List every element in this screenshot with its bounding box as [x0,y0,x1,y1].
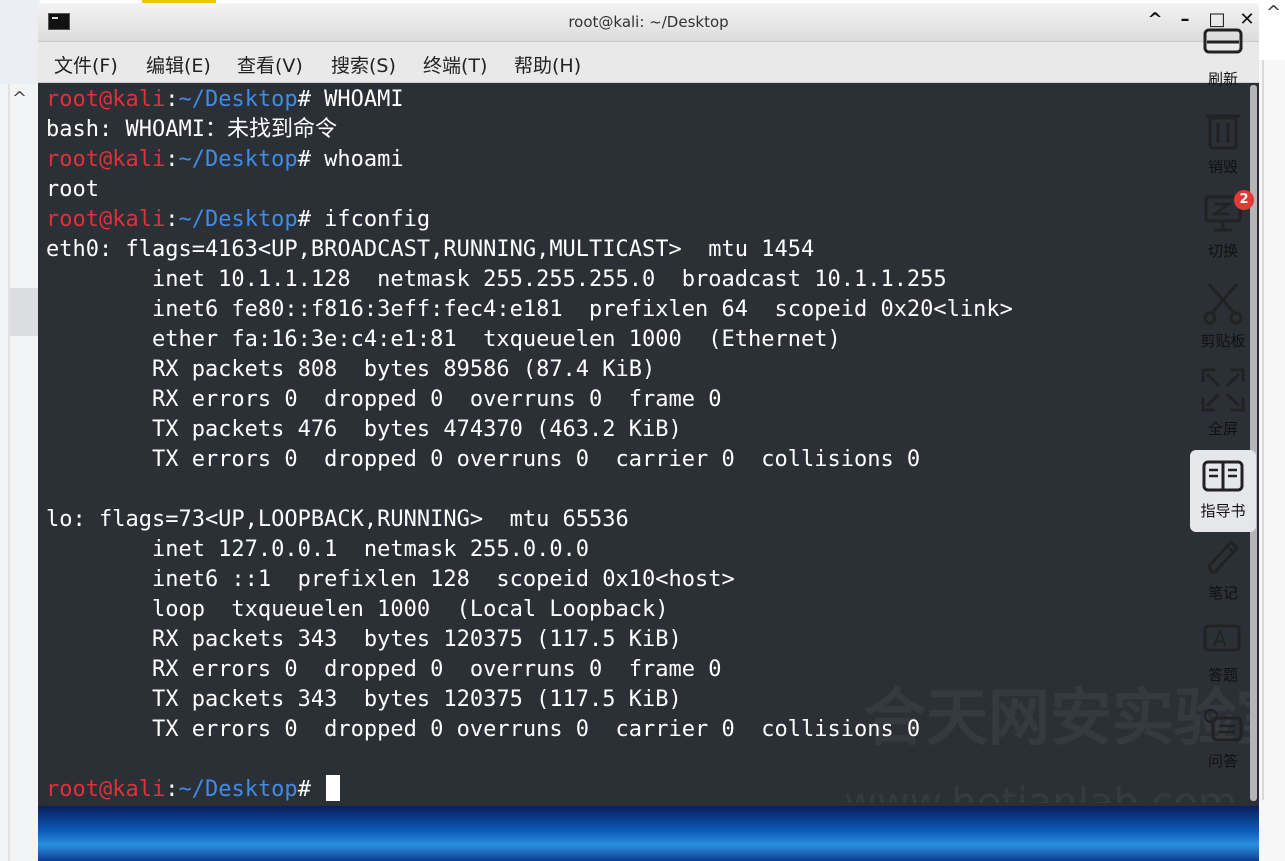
notification-badge: 2 [1234,190,1254,210]
output-line: ether fa:16:3e:c4:e1:81 txqueuelen 1000 … [46,327,841,352]
menu-help[interactable]: 帮助(H) [514,51,581,78]
output-line: loop txqueuelen 1000 (Local Loopback) [46,597,669,622]
output-line: eth0: flags=4163<UP,BROADCAST,RUNNING,MU… [46,237,815,262]
tool-label: 答题 [1207,666,1238,684]
menu-bar: 文件(F) 编辑(E) 查看(V) 搜索(S) 终端(T) 帮助(H) [38,42,1259,83]
menu-terminal[interactable]: 终端(T) [423,51,487,78]
tool-label: 剪贴板 [1200,332,1246,350]
background-strip [10,288,40,336]
collapse-panel-icon[interactable]: ^ [1266,2,1281,23]
tool-qa[interactable]: 问答 [1190,706,1256,786]
tool-label: 问答 [1207,752,1238,770]
desktop-background [38,806,1259,861]
tool-label: 全屏 [1207,420,1238,438]
background-scroll-track [1262,60,1264,800]
menu-view[interactable]: 查看(V) [237,51,303,78]
qa-icon [1203,708,1243,742]
background-desktop-left [0,0,40,861]
output-line: RX packets 808 bytes 89586 (87.4 KiB) [46,357,656,382]
tool-destroy[interactable]: 销毁 [1190,108,1256,188]
tool-guide[interactable]: 指导书 [1190,450,1256,532]
output-line: RX errors 0 dropped 0 overruns 0 frame 0 [46,387,722,412]
menu-search[interactable]: 搜索(S) [331,51,396,78]
window-title: root@kali: ~/Desktop [568,13,729,31]
output-line: inet 10.1.1.128 netmask 255.255.255.0 br… [46,267,947,292]
output-line: RX packets 343 bytes 120375 (117.5 KiB) [46,627,682,652]
background-strip [0,0,40,84]
tool-notes[interactable]: 笔记 [1190,534,1256,614]
output-line: inet6 fe80::f816:3eff:fec4:e181 prefixle… [46,297,1013,322]
output-line: root [46,177,99,202]
pencil-icon [1207,539,1240,574]
tool-label: 销毁 [1207,158,1238,176]
refresh-icon [1203,28,1243,54]
text-cursor [326,775,341,801]
window-menu-button[interactable]: ^ [1144,9,1166,30]
window-titlebar[interactable]: root@kali: ~/Desktop ^ – □ ✕ [38,3,1259,42]
scissors-icon [1203,283,1243,325]
output-line: RX errors 0 dropped 0 overruns 0 frame 0 [46,657,722,682]
prompt-line: root@kali:~/Desktop# ifconfig [46,207,431,232]
prompt-line[interactable]: root@kali:~/Desktop# [46,775,341,803]
output-line: bash: WHOAMI：未找到命令 [46,117,337,142]
answer-icon: A [1203,624,1241,652]
output-line: TX errors 0 dropped 0 overruns 0 carrier… [46,717,921,742]
tool-refresh[interactable]: 刷新 [1190,24,1256,104]
book-icon [1202,460,1244,492]
tool-label: 刷新 [1207,70,1238,88]
menu-edit[interactable]: 编辑(E) [146,51,211,78]
terminal-output[interactable]: 合天网安实验室 www.hetianlab.com root@kali:~/De… [44,83,1250,803]
chevron-up-icon[interactable]: ^ [12,88,27,109]
tool-panel: 刷新 销毁 切换 剪贴板 全屏 指导书 笔记 A 答题 问答 [1190,0,1256,800]
output-line: inet6 ::1 prefixlen 128 scopeid 0x10<hos… [46,567,735,592]
output-line: lo: flags=73<UP,LOOPBACK,RUNNING> mtu 65… [46,507,629,532]
output-line: TX packets 343 bytes 120375 (117.5 KiB) [46,687,682,712]
terminal-window: root@kali: ~/Desktop ^ – □ ✕ 文件(F) 编辑(E)… [38,3,1259,806]
tool-label: 指导书 [1200,502,1246,520]
watermark-url: www.hetianlab.com [844,780,1237,803]
svg-text:A: A [1213,627,1227,651]
tool-clipboard[interactable]: 剪贴板 [1190,280,1256,360]
tool-label: 笔记 [1207,584,1238,602]
fullscreen-icon [1201,368,1245,412]
tool-fullscreen[interactable]: 全屏 [1190,366,1256,446]
output-line: inet 127.0.0.1 netmask 255.0.0.0 [46,537,590,562]
tool-answer[interactable]: A 答题 [1190,620,1256,700]
menu-file[interactable]: 文件(F) [54,51,118,78]
output-line: TX errors 0 dropped 0 overruns 0 carrier… [46,447,921,472]
prompt-line: root@kali:~/Desktop# whoami [46,147,404,172]
trash-icon [1206,114,1240,150]
output-line: TX packets 476 bytes 474370 (463.2 KiB) [46,417,682,442]
prompt-line: root@kali:~/Desktop# WHOAMI [46,87,404,112]
background-divider [8,84,10,861]
tool-label: 切换 [1207,242,1238,260]
